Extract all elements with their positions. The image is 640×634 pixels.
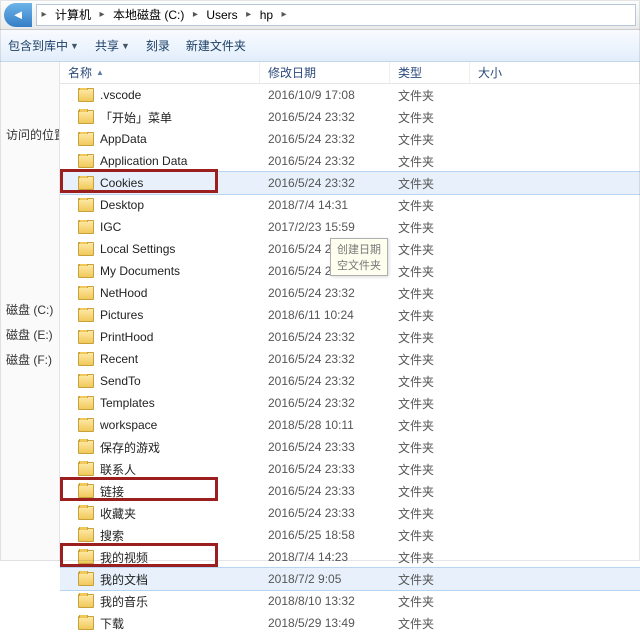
file-type: 文件夹 bbox=[390, 571, 470, 588]
table-row[interactable]: 我的文档 2018/7/2 9:05文件夹 bbox=[60, 568, 640, 590]
file-date: 2018/7/2 9:05 bbox=[260, 572, 390, 586]
folder-icon bbox=[78, 616, 94, 630]
table-row[interactable]: 下载 2018/5/29 13:49文件夹 bbox=[60, 612, 640, 634]
file-date: 2018/5/29 13:49 bbox=[260, 616, 390, 630]
table-row[interactable]: 我的音乐 2018/8/10 13:32文件夹 bbox=[60, 590, 640, 612]
file-date: 2018/8/10 13:32 bbox=[260, 594, 390, 608]
file-type: 文件夹 bbox=[390, 593, 470, 610]
tooltip: 创建日期空文件夹 bbox=[330, 238, 388, 276]
file-name: 我的音乐 bbox=[100, 593, 148, 610]
folder-icon bbox=[78, 572, 94, 586]
file-type: 文件夹 bbox=[390, 615, 470, 632]
frame-border bbox=[0, 0, 640, 561]
folder-icon bbox=[78, 594, 94, 608]
file-name: 我的文档 bbox=[100, 571, 148, 588]
file-name: 下载 bbox=[100, 615, 124, 632]
